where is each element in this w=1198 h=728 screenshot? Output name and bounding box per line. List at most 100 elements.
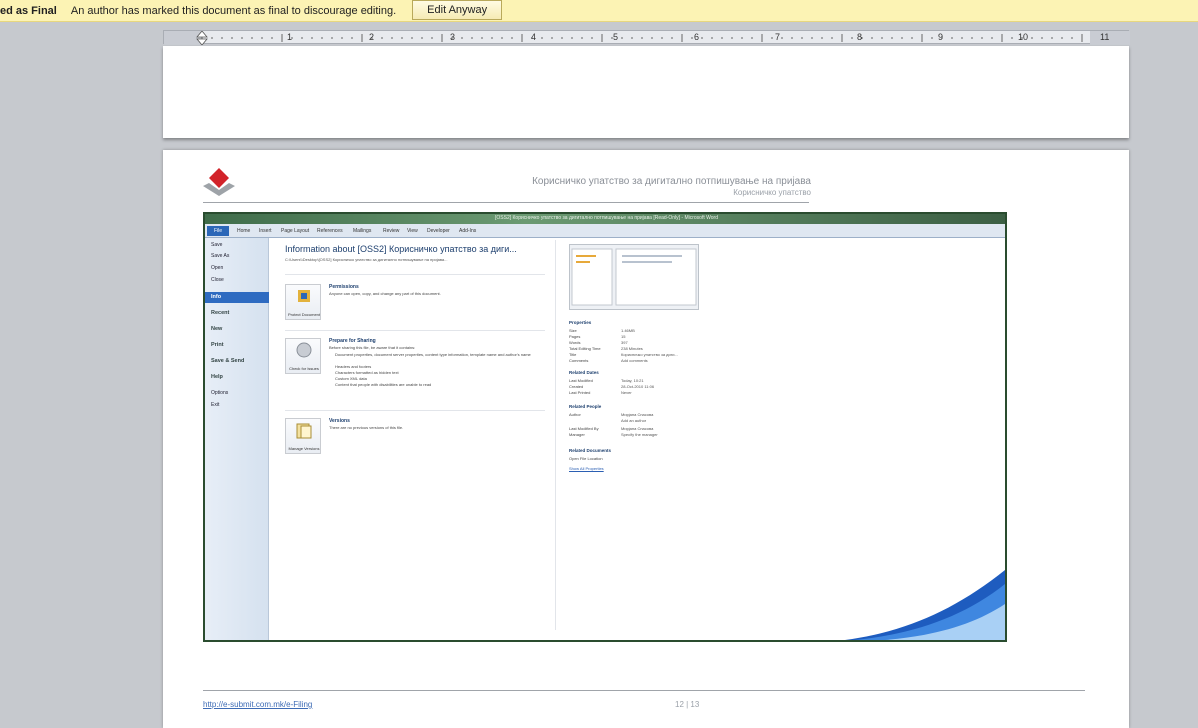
manage-versions-icon: Manage Versions xyxy=(285,418,321,454)
message-bar-text: An author has marked this document as fi… xyxy=(70,4,397,17)
versions-heading: Versions xyxy=(329,418,350,424)
people-key: Author xyxy=(569,412,581,417)
ruler-number: 1 xyxy=(287,32,293,42)
message-bar: ed as Final An author has marked this do… xyxy=(0,0,1198,22)
ruler-number: 3 xyxy=(450,32,456,42)
embedded-nav-item: Save & Send xyxy=(211,358,245,364)
ruler-number: 8 xyxy=(857,32,863,42)
check-issues-label: Check for Issues xyxy=(289,366,319,371)
date-value: Today, 10:21 xyxy=(621,378,644,383)
footer-page-number: 12 | 13 xyxy=(675,700,700,709)
embedded-nav-selected-label: Info xyxy=(211,294,222,300)
footer-divider xyxy=(203,690,1085,691)
sharing-heading: Prepare for Sharing xyxy=(329,338,376,344)
property-key: Comments xyxy=(569,358,589,363)
embedded-nav-item: Open xyxy=(211,265,224,271)
embedded-tab: View xyxy=(407,228,418,234)
property-value: 238 Minutes xyxy=(621,346,643,351)
document-page[interactable]: Корисничко упатство за дигитално потпишу… xyxy=(163,150,1129,728)
people-heading: Related People xyxy=(569,404,602,409)
embedded-separator xyxy=(285,410,545,411)
embedded-nav-item: Save As xyxy=(211,253,230,259)
embedded-nav-item: Print xyxy=(211,342,224,348)
sharing-bullet: Custom XML data xyxy=(335,376,367,381)
embedded-tab: References xyxy=(317,228,343,234)
embedded-window-title: [OSS2] Корисничко упатство за дигитално … xyxy=(495,215,718,221)
message-bar-title: ed as Final xyxy=(0,4,57,17)
property-key: Words xyxy=(569,340,581,345)
ruler-number: 5 xyxy=(613,32,619,42)
diamond-logo-icon xyxy=(203,168,235,196)
embedded-column-divider xyxy=(555,240,556,630)
protect-document-label: Protect Document xyxy=(288,312,321,317)
people-value: Мирјана Спасова xyxy=(621,426,654,431)
date-value: 28-Oct-2010 11:06 xyxy=(621,384,655,389)
embedded-tab: Add-Ins xyxy=(459,228,477,234)
dates-heading: Related Dates xyxy=(569,370,599,375)
embedded-nav-item: Recent xyxy=(211,310,230,316)
embedded-tab: Home xyxy=(237,228,251,234)
page-header-subtitle: Корисничко упатство xyxy=(733,188,811,197)
embedded-ribbon: File Home Insert Page Layout References … xyxy=(205,224,1005,238)
property-value: 1.46MB xyxy=(621,328,635,333)
embedded-backstage-nav: Save Save As Open Close Info Recent New … xyxy=(205,238,269,640)
date-value: Never xyxy=(621,390,632,395)
page-header-title: Корисничко упатство за дигитално потпишу… xyxy=(532,176,811,187)
ruler-number: 6 xyxy=(694,32,700,42)
embedded-info-title: Information about [OSS2] Корисничко упат… xyxy=(285,244,517,254)
embedded-tab: Developer xyxy=(427,228,450,234)
embedded-info-header: Information about [OSS2] Корисничко упат… xyxy=(285,244,545,262)
embedded-tab: Review xyxy=(383,228,400,234)
show-all-properties-link: Show All Properties xyxy=(569,466,604,471)
horizontal-ruler[interactable]: 1 2 3 4 5 6 7 8 9 10 11 xyxy=(163,30,1130,45)
manage-versions-label: Manage Versions xyxy=(288,446,320,451)
embedded-nav-item: Save xyxy=(211,242,223,248)
permissions-heading: Permissions xyxy=(329,284,359,290)
people-value: Specify the manager xyxy=(621,432,658,437)
open-location-link: Open File Location xyxy=(569,456,603,461)
property-value: Add comments xyxy=(621,358,648,363)
properties-heading: Properties xyxy=(569,320,592,325)
people-key: Manager xyxy=(569,432,585,437)
property-key: Title xyxy=(569,352,577,357)
sharing-bullet: Headers and footers xyxy=(335,364,372,369)
embedded-file-tab: File xyxy=(207,226,229,236)
ruler-number: 9 xyxy=(938,32,944,42)
check-issues-icon: Check for Issues xyxy=(285,338,321,374)
people-value: Add an author xyxy=(621,418,647,423)
embedded-nav-item: Close xyxy=(211,277,224,283)
embedded-nav-item: Options xyxy=(211,390,229,396)
embedded-screenshot[interactable]: [OSS2] Корисничко упатство за дигитално … xyxy=(203,212,1007,642)
embedded-permissions-section: Protect Document Permissions Anyone can … xyxy=(285,284,545,324)
permissions-desc: Anyone can open, copy, and change any pa… xyxy=(329,291,441,296)
embedded-info-path: C:\Users\\Desktop\[OSS2] Корисничко упат… xyxy=(285,257,448,262)
embedded-versions-section: Manage Versions Versions There are no pr… xyxy=(285,418,545,458)
embedded-tab: Page Layout xyxy=(281,228,310,234)
ruler-number: 2 xyxy=(369,32,375,42)
sharing-bullet: Characters formatted as hidden text xyxy=(335,370,399,375)
ruler-number: 7 xyxy=(775,32,781,42)
edit-anyway-button[interactable]: Edit Anyway xyxy=(412,0,503,20)
property-value: Корисничко упатство за диги... xyxy=(621,352,678,357)
property-key: Total Editing Time xyxy=(569,346,601,351)
embedded-separator xyxy=(285,274,545,275)
date-key: Created xyxy=(569,384,584,389)
documents-heading: Related Documents xyxy=(569,448,612,453)
document-page-previous[interactable] xyxy=(163,46,1129,138)
embedded-nav-item: Exit xyxy=(211,402,220,408)
footer-url-link[interactable]: http://e-submit.com.mk/e-Filing xyxy=(203,700,312,709)
embedded-tab: Mailings xyxy=(353,228,372,234)
property-value: 15 xyxy=(621,334,626,339)
embedded-sharing-section: Check for Issues Prepare for Sharing Bef… xyxy=(285,338,545,408)
ruler-ticks xyxy=(164,31,1130,45)
protect-document-icon: Protect Document xyxy=(285,284,321,320)
versions-desc: There are no previous versions of this f… xyxy=(329,425,404,430)
embedded-separator xyxy=(285,330,545,331)
ruler-number: 11 xyxy=(1100,32,1110,42)
ruler-number: 4 xyxy=(531,32,537,42)
property-value: 397 xyxy=(621,340,628,345)
people-key: Last Modified By xyxy=(569,426,599,431)
embedded-document-thumbnail xyxy=(569,244,699,310)
embedded-nav-item: New xyxy=(211,326,223,332)
people-value: Мирјана Спасова xyxy=(621,412,654,417)
